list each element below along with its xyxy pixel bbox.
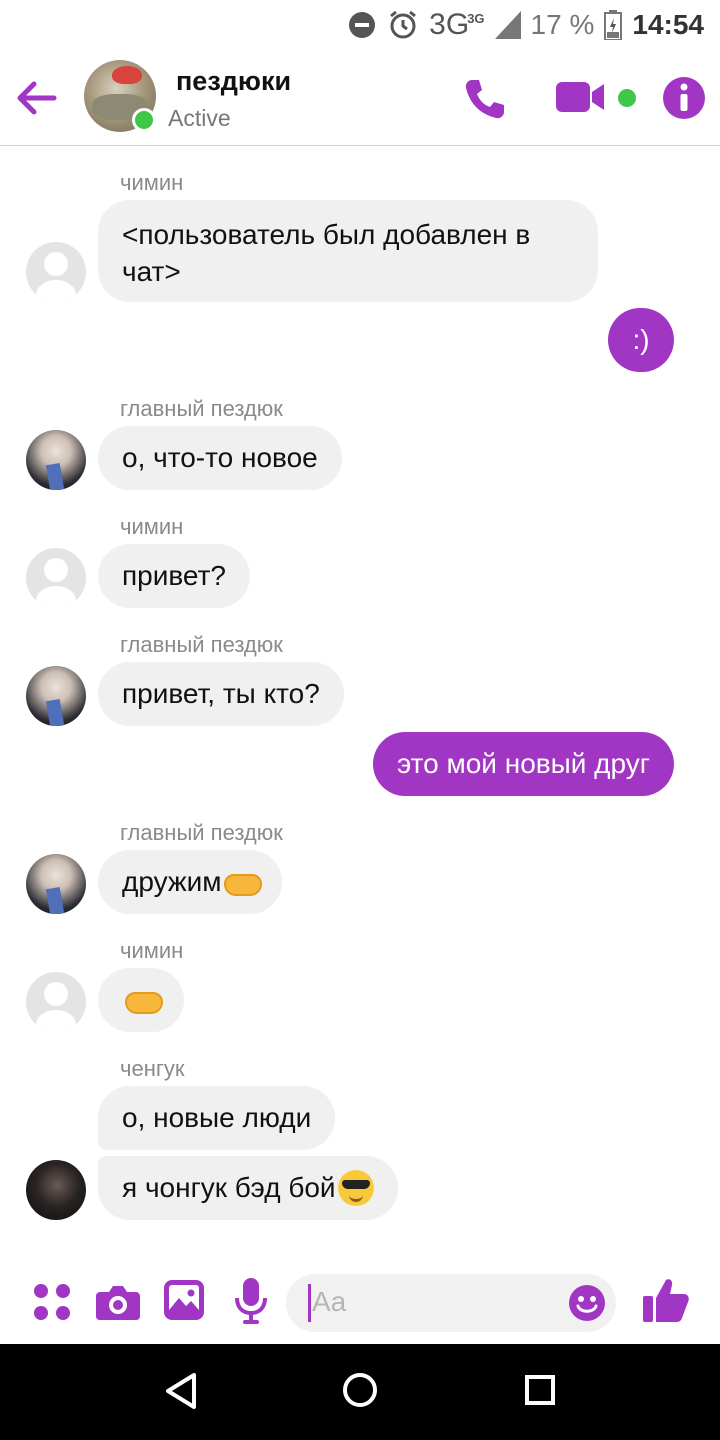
message-text: я чонгук бэд бой <box>122 1172 336 1203</box>
message-bubble[interactable]: о, что-то новое <box>98 426 342 490</box>
status-bar: 3G 3G 17 % 14:54 <box>0 0 720 50</box>
network-type-small: 3G <box>467 10 485 26</box>
sender-name: чимин <box>120 514 184 539</box>
online-indicator <box>132 108 156 132</box>
apps-grid-icon[interactable] <box>32 1282 72 1322</box>
emoji-icon[interactable] <box>568 1284 606 1322</box>
handshake-emoji-icon <box>223 870 262 896</box>
clock: 14:54 <box>632 9 704 40</box>
message-bubble[interactable] <box>98 968 184 1032</box>
message-bubble[interactable]: о, новые люди <box>98 1086 336 1150</box>
message-bubble-outgoing[interactable]: это мой новый друг <box>372 732 674 796</box>
avatar[interactable] <box>26 854 86 914</box>
message-input-placeholder: Aa <box>312 1286 347 1317</box>
thumbs-up-icon[interactable] <box>642 1276 690 1324</box>
message-bubble[interactable]: дружим <box>98 850 282 914</box>
sender-name: ченгук <box>120 1056 185 1081</box>
avatar[interactable] <box>26 666 86 726</box>
avatar[interactable] <box>26 548 86 608</box>
group-avatar[interactable] <box>84 60 156 132</box>
message-text: дружим <box>122 866 222 897</box>
handshake-emoji-icon <box>125 988 163 1014</box>
message-input[interactable]: Aa <box>286 1274 616 1332</box>
message-composer: Aa <box>0 1262 720 1344</box>
phone-icon[interactable] <box>462 76 508 122</box>
image-icon[interactable] <box>164 1280 204 1320</box>
avatar[interactable] <box>26 1160 86 1220</box>
message-bubble[interactable]: привет? <box>98 544 250 608</box>
back-arrow-icon[interactable] <box>14 78 58 118</box>
info-icon[interactable] <box>662 76 706 120</box>
sender-name: главный пездюк <box>120 820 283 845</box>
nav-home-icon[interactable] <box>342 1372 378 1408</box>
do-not-disturb-icon <box>349 12 376 38</box>
avatar[interactable] <box>26 242 86 302</box>
sender-name: чимин <box>120 170 184 195</box>
chat-title[interactable]: пездюки <box>176 66 291 97</box>
signal-icon <box>494 11 521 39</box>
nav-recents-icon[interactable] <box>524 1374 556 1406</box>
microphone-icon[interactable] <box>234 1278 268 1324</box>
chat-status: Active <box>168 105 231 131</box>
camera-icon[interactable] <box>96 1282 140 1322</box>
message-bubble[interactable]: привет, ты кто? <box>98 662 344 726</box>
message-bubble[interactable]: <пользователь был добавлен в чат> <box>98 200 598 302</box>
sender-name: чимин <box>120 938 184 963</box>
text-cursor <box>308 1284 311 1322</box>
message-bubble-outgoing[interactable]: :) <box>608 308 674 372</box>
battery-icon <box>604 10 623 40</box>
system-navigation-bar <box>0 1344 720 1440</box>
chat-header: пездюки Active <box>0 50 720 146</box>
battery-percent: 17 % <box>530 9 595 40</box>
nav-back-icon[interactable] <box>164 1372 198 1410</box>
avatar[interactable] <box>26 972 86 1032</box>
sender-name: главный пездюк <box>120 632 283 657</box>
message-bubble[interactable]: я чонгук бэд бой <box>98 1156 398 1220</box>
sunglasses-emoji-icon <box>337 1170 374 1206</box>
avatar[interactable] <box>26 430 86 490</box>
status-bar-right: 3G 3G 17 % 14:54 <box>347 8 704 42</box>
alarm-icon <box>390 10 417 39</box>
network-type: 3G <box>429 8 470 41</box>
video-camera-icon[interactable] <box>556 76 606 118</box>
sender-name: главный пездюк <box>120 396 283 421</box>
video-active-indicator <box>618 89 636 107</box>
